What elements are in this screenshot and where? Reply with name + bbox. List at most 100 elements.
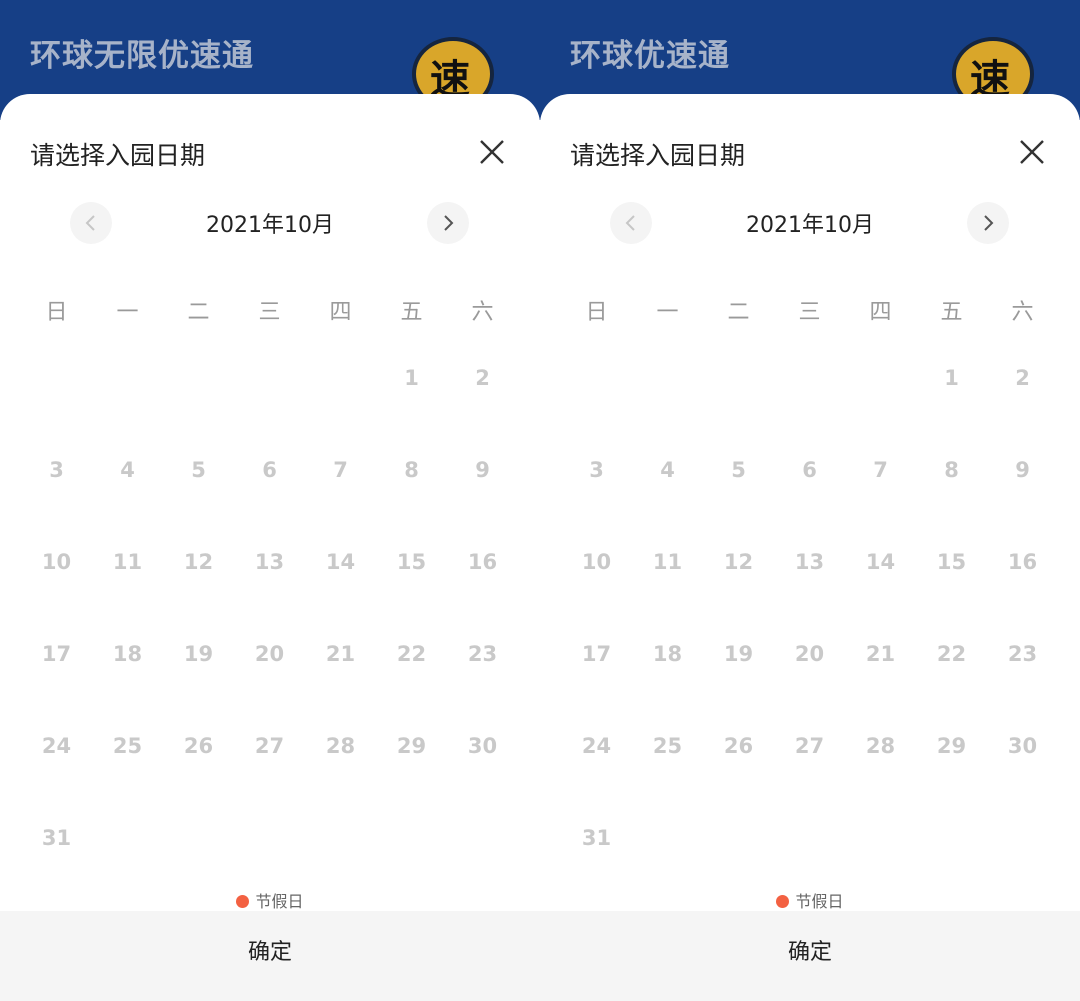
- calendar-day[interactable]: 25: [632, 734, 703, 758]
- calendar-day[interactable]: 15: [376, 550, 447, 574]
- holiday-dot-icon: [776, 895, 790, 908]
- calendar-day[interactable]: 28: [305, 734, 376, 758]
- calendar-day[interactable]: 5: [163, 458, 234, 482]
- calendar-day[interactable]: 10: [21, 550, 92, 574]
- weekday-label: 三: [258, 300, 281, 325]
- calendar-day[interactable]: 22: [916, 642, 987, 666]
- calendar-day[interactable]: 28: [845, 734, 916, 758]
- calendar-day[interactable]: 10: [561, 550, 632, 574]
- calendar-day[interactable]: 30: [447, 734, 518, 758]
- calendar-day[interactable]: 21: [845, 642, 916, 666]
- date-picker-sheet: 请选择入园日期 2021年10月 日一二三四五六 1 2 3 4 5 6 7 8 9 10 11 12 1…: [540, 94, 1080, 1001]
- confirm-button[interactable]: 确定: [540, 911, 1080, 995]
- calendar-day[interactable]: 6: [234, 458, 305, 482]
- calendar-day[interactable]: 24: [561, 734, 632, 758]
- calendar-day[interactable]: 17: [21, 642, 92, 666]
- calendar-day[interactable]: 22: [376, 642, 447, 666]
- calendar-day[interactable]: 19: [163, 642, 234, 666]
- calendar-day[interactable]: 13: [774, 550, 845, 574]
- calendar-day[interactable]: 6: [774, 458, 845, 482]
- calendar-day[interactable]: 29: [376, 734, 447, 758]
- calendar-day[interactable]: 26: [703, 734, 774, 758]
- weekday-label: 一: [656, 300, 679, 325]
- holiday-dot-icon: [236, 895, 250, 908]
- calendar-day[interactable]: 29: [916, 734, 987, 758]
- weekday-label: 五: [940, 300, 963, 325]
- chevron-right-icon: [984, 215, 994, 231]
- calendar-day[interactable]: 3: [561, 458, 632, 482]
- calendar-day[interactable]: 14: [305, 550, 376, 574]
- calendar-day[interactable]: 9: [987, 458, 1058, 482]
- weekday-label: 四: [869, 300, 892, 325]
- close-icon[interactable]: [478, 138, 506, 166]
- calendar-day[interactable]: 15: [916, 550, 987, 574]
- calendar-day[interactable]: 27: [774, 734, 845, 758]
- calendar-day[interactable]: 8: [376, 458, 447, 482]
- calendar-day[interactable]: 16: [447, 550, 518, 574]
- date-picker-sheet: 请选择入园日期 2021年10月 日一二三四五六 1 2 3 4 5 6 7 8 9 10 11 12 1…: [0, 94, 540, 1001]
- calendar-day[interactable]: 5: [703, 458, 774, 482]
- calendar-day[interactable]: 13: [234, 550, 305, 574]
- next-month-button[interactable]: [427, 202, 469, 244]
- calendar-day[interactable]: 23: [447, 642, 518, 666]
- calendar-day[interactable]: 18: [632, 642, 703, 666]
- calendar-day[interactable]: 18: [92, 642, 163, 666]
- calendar-day[interactable]: 7: [845, 458, 916, 482]
- calendar-day[interactable]: 20: [774, 642, 845, 666]
- legend-label: 节假日: [795, 892, 844, 911]
- calendar-day[interactable]: 19: [703, 642, 774, 666]
- calendar-day[interactable]: 8: [916, 458, 987, 482]
- footer-bar: 确定: [0, 911, 540, 1001]
- chevron-right-icon: [444, 215, 454, 231]
- calendar-day[interactable]: 30: [987, 734, 1058, 758]
- calendar-day[interactable]: 9: [447, 458, 518, 482]
- weekday-label: 四: [329, 300, 352, 325]
- weekday-label: 六: [471, 300, 494, 325]
- close-icon[interactable]: [1018, 138, 1046, 166]
- weekday-label: 二: [187, 300, 210, 325]
- calendar-day[interactable]: 25: [92, 734, 163, 758]
- calendar-day[interactable]: 4: [632, 458, 703, 482]
- next-month-button[interactable]: [967, 202, 1009, 244]
- banner-title: 环球无限优速通: [30, 38, 254, 74]
- calendar-day[interactable]: 31: [21, 826, 92, 850]
- weekday-label: 三: [798, 300, 821, 325]
- calendar-day[interactable]: 3: [21, 458, 92, 482]
- calendar-day[interactable]: 14: [845, 550, 916, 574]
- calendar-day[interactable]: 7: [305, 458, 376, 482]
- calendar-screen-right: 环球优速通 速 请选择入园日期 2021年10月 日一二三四五六12345678…: [540, 0, 1080, 1001]
- weekday-label: 六: [1011, 300, 1034, 325]
- footer-bar: 确定: [540, 911, 1080, 1001]
- calendar-day[interactable]: 11: [92, 550, 163, 574]
- calendar-day[interactable]: 21: [305, 642, 376, 666]
- calendar-day[interactable]: 1: [376, 366, 447, 390]
- calendar-day[interactable]: 1: [916, 366, 987, 390]
- calendar-day[interactable]: 2: [987, 366, 1058, 390]
- confirm-button[interactable]: 确定: [0, 911, 540, 995]
- calendar-day[interactable]: 24: [21, 734, 92, 758]
- calendar-day[interactable]: 12: [163, 550, 234, 574]
- calendar-day[interactable]: 31: [561, 826, 632, 850]
- weekday-label: 二: [727, 300, 750, 325]
- holiday-legend: 节假日: [540, 888, 1080, 912]
- calendar-day[interactable]: 27: [234, 734, 305, 758]
- weekday-label: 日: [45, 300, 68, 325]
- calendar-day[interactable]: 2: [447, 366, 518, 390]
- calendar-day[interactable]: 4: [92, 458, 163, 482]
- sheet-title: 请选择入园日期: [570, 141, 746, 170]
- calendar-day[interactable]: 12: [703, 550, 774, 574]
- calendar-day[interactable]: 23: [987, 642, 1058, 666]
- weekday-label: 日: [585, 300, 608, 325]
- sheet-title: 请选择入园日期: [30, 141, 206, 170]
- weekday-label: 一: [116, 300, 139, 325]
- legend-label: 节假日: [255, 892, 304, 911]
- holiday-legend: 节假日: [0, 888, 540, 912]
- calendar-day[interactable]: 20: [234, 642, 305, 666]
- calendar-day[interactable]: 16: [987, 550, 1058, 574]
- calendar-day[interactable]: 17: [561, 642, 632, 666]
- weekday-label: 五: [400, 300, 423, 325]
- calendar-day[interactable]: 26: [163, 734, 234, 758]
- calendar-day[interactable]: 11: [632, 550, 703, 574]
- banner-title: 环球优速通: [570, 38, 730, 74]
- calendar-screen-left: 环球无限优速通 速 请选择入园日期 2021年10月 日一二三四五六123456…: [0, 0, 540, 1001]
